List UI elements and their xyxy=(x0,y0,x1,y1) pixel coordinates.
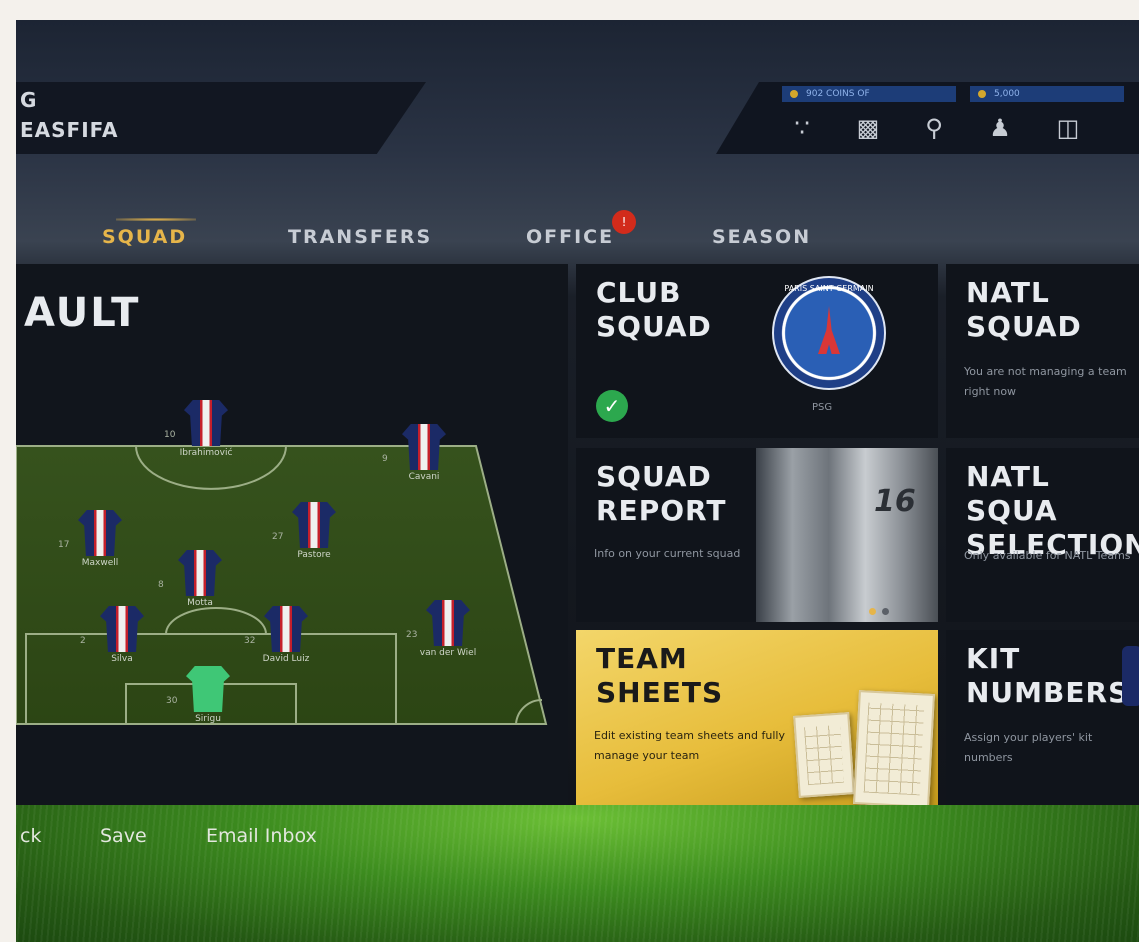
player-name: David Luiz xyxy=(262,654,310,664)
tab-season[interactable]: SEASON xyxy=(712,226,811,248)
player-name: van der Wiel xyxy=(419,648,477,658)
player-number: 32 xyxy=(244,636,256,646)
kit-shirt xyxy=(178,550,222,596)
cart-icon[interactable]: ◫ xyxy=(1050,112,1086,144)
main-tabs: SQUAD TRANSFERS OFFICE ! SEASON xyxy=(16,210,1139,264)
bottom-bar: ck Save Email Inbox xyxy=(16,805,1139,942)
kit-shirt xyxy=(100,606,144,652)
natl-squad-selection-card[interactable]: NATL SQUA SELECTION Only available for NA… xyxy=(946,448,1139,622)
team-sheets-title: TEAM SHEETS xyxy=(596,642,724,709)
player-number: 9 xyxy=(382,454,388,464)
player-number: 10 xyxy=(164,430,176,440)
players-photo: 16 xyxy=(756,448,938,622)
player-david-luiz[interactable]: 32 David Luiz xyxy=(244,606,309,664)
club-tag: PSG xyxy=(812,402,833,413)
player-number: 23 xyxy=(406,630,418,640)
points-label: 5,000 xyxy=(994,89,1020,99)
store-icon[interactable]: ▩ xyxy=(850,112,886,144)
share-icon[interactable]: ∵ xyxy=(784,112,820,144)
coins-pill: 902 COINS OF xyxy=(782,86,956,102)
player-number: 17 xyxy=(58,540,70,550)
kit-numbers-card[interactable]: KIT NUMBERS Assign your players' kit numb… xyxy=(946,630,1139,805)
player-name: Cavani xyxy=(408,472,440,482)
top-right-panel: 902 COINS OF 5,000 ∵ ▩ ⚲ ♟ ◫ xyxy=(716,82,1139,154)
formation-title: AULT xyxy=(24,290,141,336)
tab-office[interactable]: OFFICE xyxy=(526,226,614,248)
kit-shirt xyxy=(264,606,308,652)
kit-shirt xyxy=(292,502,336,548)
player-number: 27 xyxy=(272,532,284,542)
player-ibrahimovic[interactable]: 10 Ibrahimović xyxy=(164,400,232,458)
player-sirigu-goalkeeper[interactable]: 30 Sirigu xyxy=(166,666,230,724)
email-inbox-button[interactable]: Email Inbox xyxy=(206,825,317,847)
player-van-der-wiel[interactable]: 23 van der Wiel xyxy=(406,600,476,658)
tab-squad[interactable]: SQUAD xyxy=(102,226,187,248)
player-number: 2 xyxy=(80,636,86,646)
office-notification-badge: ! xyxy=(612,210,636,234)
player-maxwell[interactable]: 17 Maxwell xyxy=(58,510,122,568)
pitch xyxy=(16,445,548,725)
carousel-dots[interactable] xyxy=(866,600,892,619)
points-icon xyxy=(978,90,986,98)
carousel-dot-active[interactable] xyxy=(869,608,876,615)
manager-name-line1: G xyxy=(20,88,38,112)
player-silva[interactable]: 2 Silva xyxy=(80,606,144,664)
kit-numbers-desc: Assign your players' kit numbers xyxy=(964,731,1093,764)
natl-selection-desc: Only available for NATL Teams xyxy=(964,549,1131,562)
kit-shirt xyxy=(402,424,446,470)
kit-player-image xyxy=(1122,646,1139,706)
check-icon: ✓ xyxy=(596,390,628,422)
squad-report-title: SQUAD REPORT xyxy=(596,460,727,527)
squad-report-desc: Info on your current squad xyxy=(594,547,741,560)
kit-shirt xyxy=(184,400,228,446)
game-screen: G EASFIFA 902 COINS OF 5,000 ∵ ▩ ⚲ ♟ ◫ S… xyxy=(16,20,1139,942)
players-icon[interactable]: ♟ xyxy=(982,112,1018,144)
tab-transfers[interactable]: TRANSFERS xyxy=(288,226,432,248)
kit-shirt xyxy=(78,510,122,556)
player-name: Ibrahimović xyxy=(179,448,233,458)
shirt-number: 16 xyxy=(874,484,916,519)
kit-numbers-title: KIT NUMBERS xyxy=(966,642,1130,709)
player-name: Sirigu xyxy=(195,714,221,724)
formation-panel[interactable]: AULT 10 Ibrahimović 9 Cavani 17 Maxwell … xyxy=(16,264,568,805)
club-squad-card[interactable]: CLUB SQUAD PARIS SAINT-GERMAIN PSG ✓ xyxy=(576,264,938,438)
natl-squad-desc: You are not managing a team right now xyxy=(964,365,1127,398)
player-motta[interactable]: 8 Motta xyxy=(158,550,222,608)
manager-name-panel: G EASFIFA xyxy=(16,82,426,154)
team-sheets-desc: Edit existing team sheets and fully mana… xyxy=(594,729,785,762)
carousel-dot[interactable] xyxy=(882,608,889,615)
squad-report-card[interactable]: SQUAD REPORT Info on your current squad 1… xyxy=(576,448,938,622)
manager-name-line2: EASFIFA xyxy=(20,118,119,142)
pitch-surface xyxy=(16,445,548,725)
crest-text: PARIS SAINT-GERMAIN xyxy=(784,284,874,293)
save-button[interactable]: Save xyxy=(100,825,147,847)
kit-shirt xyxy=(426,600,470,646)
player-name: Maxwell xyxy=(81,558,119,568)
club-squad-title: CLUB SQUAD xyxy=(596,276,712,343)
team-sheet-icon xyxy=(793,712,855,798)
active-tab-indicator xyxy=(116,218,196,221)
player-number: 30 xyxy=(166,696,178,706)
eiffel-tower-icon xyxy=(818,306,840,354)
back-button[interactable]: ck xyxy=(20,825,41,847)
kit-shirt xyxy=(186,666,230,712)
trophy-icon[interactable]: ⚲ xyxy=(916,112,952,144)
player-name: Pastore xyxy=(297,550,331,560)
natl-squad-title: NATL SQUAD xyxy=(966,276,1082,343)
player-number: 8 xyxy=(158,580,164,590)
player-pastore[interactable]: 27 Pastore xyxy=(272,502,336,560)
player-cavani[interactable]: 9 Cavani xyxy=(382,424,446,482)
coins-label: 902 COINS OF xyxy=(806,89,870,99)
natl-squad-card[interactable]: NATL SQUAD You are not managing a team ri… xyxy=(946,264,1139,438)
player-name: Motta xyxy=(187,598,213,608)
points-pill: 5,000 xyxy=(970,86,1124,102)
player-name: Silva xyxy=(111,654,133,664)
psg-crest-icon: PARIS SAINT-GERMAIN xyxy=(772,276,886,390)
coin-icon xyxy=(790,90,798,98)
team-sheet-icon xyxy=(853,690,935,805)
team-sheets-card[interactable]: TEAM SHEETS Edit existing team sheets and… xyxy=(576,630,938,805)
